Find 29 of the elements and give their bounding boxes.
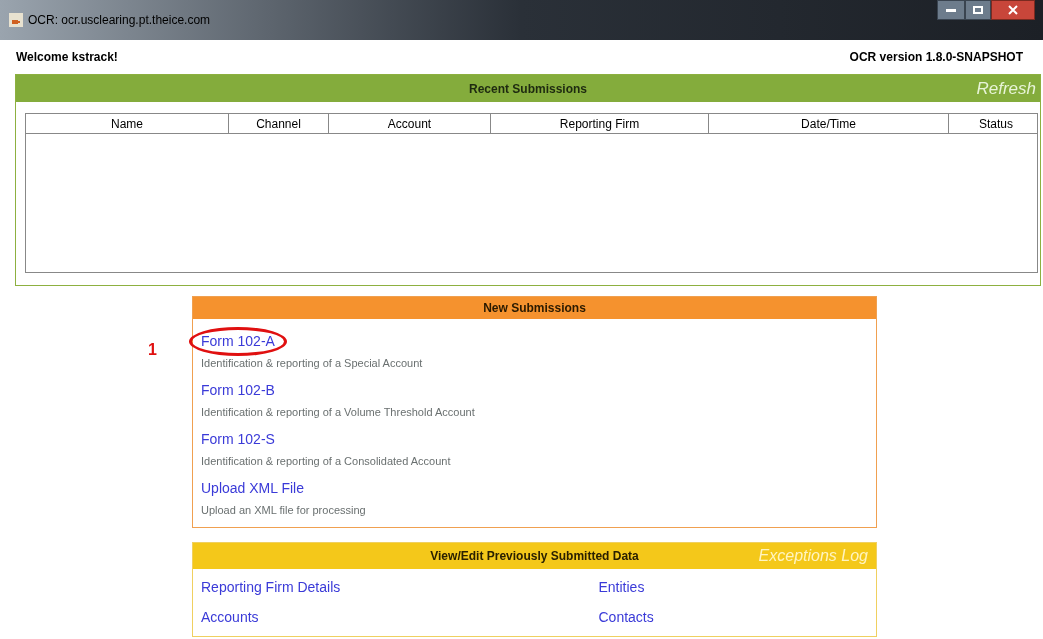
close-icon: [1008, 5, 1018, 15]
form-link[interactable]: Form 102-B: [189, 376, 287, 405]
form-description: Identification & reporting of a Special Account: [201, 356, 423, 370]
form-description: Upload an XML file for processing: [201, 503, 366, 517]
column-header[interactable]: Name: [26, 114, 229, 133]
callout-number: 1: [148, 340, 157, 360]
form-link[interactable]: Form 102-S: [189, 425, 287, 454]
data-link[interactable]: Accounts: [201, 608, 259, 626]
close-button[interactable]: [991, 0, 1035, 20]
form-description: Identification & reporting of a Volume Threshold Account: [201, 405, 475, 419]
maximize-button[interactable]: [965, 0, 991, 20]
column-header[interactable]: Channel: [229, 114, 329, 133]
data-link[interactable]: Entities: [598, 578, 645, 596]
column-header[interactable]: Reporting Firm: [491, 114, 709, 133]
version-text: OCR version 1.8.0-SNAPSHOT: [849, 49, 1024, 66]
panel-title: View/Edit Previously Submitted Data: [430, 548, 639, 565]
window-title: OCR: ocr.usclearing.pt.theice.com: [28, 12, 211, 29]
form-link[interactable]: Upload XML File: [189, 474, 316, 503]
minimize-button[interactable]: [937, 0, 965, 20]
form-description: Identification & reporting of a Consolidated Account: [201, 454, 451, 468]
column-header[interactable]: Date/Time: [709, 114, 949, 133]
column-header[interactable]: Account: [329, 114, 491, 133]
data-link[interactable]: Reporting Firm Details: [201, 578, 341, 596]
panel-title: New Submissions: [483, 300, 586, 317]
form-link[interactable]: Form 102-A: [189, 327, 287, 356]
panel-title: Recent Submissions: [469, 80, 587, 98]
column-header[interactable]: Status: [949, 114, 1043, 133]
welcome-text: Welcome kstrack!: [16, 49, 118, 66]
data-link[interactable]: Contacts: [598, 608, 654, 626]
